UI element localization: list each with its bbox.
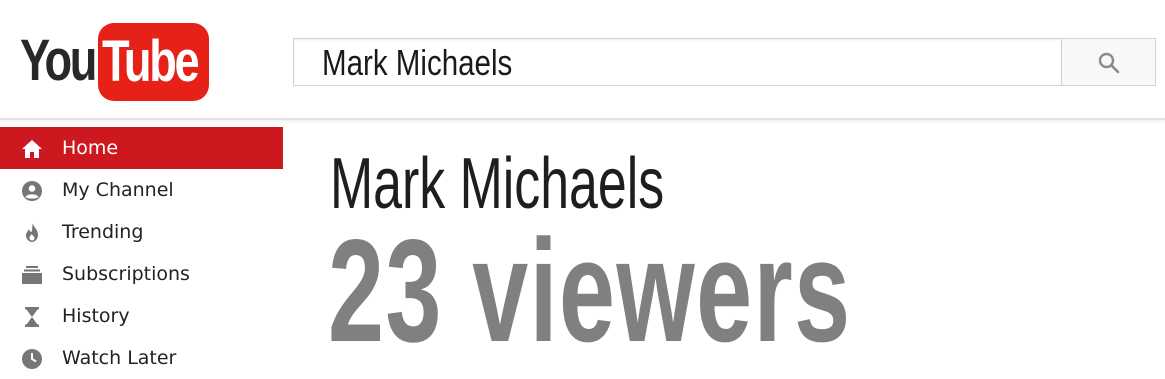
logo-you-text: You xyxy=(20,28,97,93)
sidebar-item-label: Subscriptions xyxy=(62,263,190,285)
sidebar: Home My Channel Trending Subscriptions H… xyxy=(0,127,283,379)
sidebar-item-label: Trending xyxy=(62,221,144,243)
sidebar-item-watch-later[interactable]: Watch Later xyxy=(0,337,283,379)
home-icon xyxy=(22,140,42,158)
search-icon xyxy=(1098,52,1120,74)
subscriptions-icon xyxy=(22,266,42,284)
sidebar-item-history[interactable]: History xyxy=(0,295,283,337)
logo-tube-text: Tube xyxy=(102,29,200,94)
sidebar-item-my-channel[interactable]: My Channel xyxy=(0,169,283,211)
header: You Tube Mark Michaels xyxy=(0,0,1165,120)
sidebar-item-label: Home xyxy=(62,137,119,159)
sidebar-item-label: History xyxy=(62,305,130,327)
flame-icon xyxy=(26,223,38,242)
sidebar-item-subscriptions[interactable]: Subscriptions xyxy=(0,253,283,295)
account-icon xyxy=(22,181,42,201)
search-button[interactable] xyxy=(1062,38,1156,86)
viewer-count: 23 viewers xyxy=(328,209,852,372)
search-input[interactable]: Mark Michaels xyxy=(293,38,1062,86)
search-input-value: Mark Michaels xyxy=(322,42,513,83)
youtube-logo[interactable]: You Tube xyxy=(20,22,210,102)
sidebar-item-trending[interactable]: Trending xyxy=(0,211,283,253)
clock-icon xyxy=(22,349,42,369)
sidebar-item-home[interactable]: Home xyxy=(0,127,283,169)
sidebar-item-label: My Channel xyxy=(62,179,174,201)
sidebar-item-label: Watch Later xyxy=(62,347,177,369)
hourglass-icon xyxy=(25,307,39,327)
logo-red-box: Tube xyxy=(98,23,209,101)
